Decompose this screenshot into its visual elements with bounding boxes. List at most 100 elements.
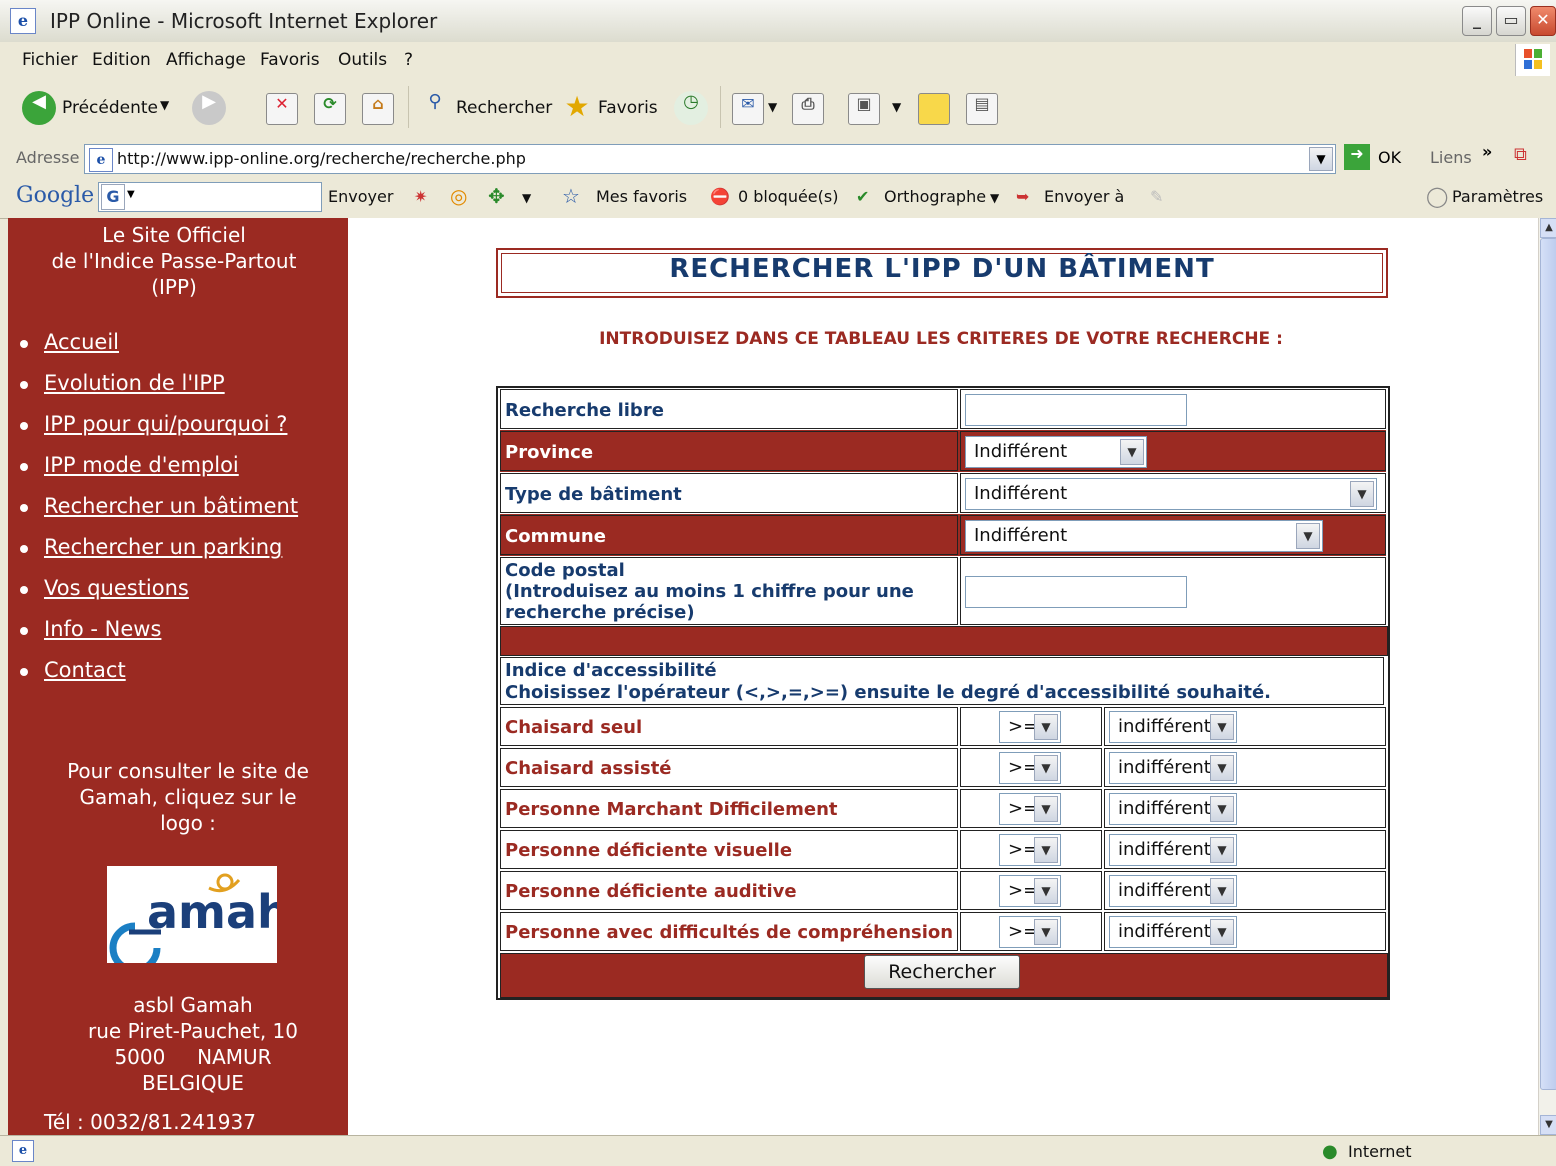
nav-link-evolution[interactable]: Evolution de l'IPP: [44, 371, 225, 395]
google-g-dropdown-icon[interactable]: ▼: [127, 189, 135, 200]
refresh-icon[interactable]: ⟳: [314, 93, 346, 125]
back-dropdown-icon[interactable]: ▼: [160, 98, 169, 112]
nav-link-accueil[interactable]: Accueil: [44, 330, 119, 354]
chevron-down-icon[interactable]: ▼: [1210, 878, 1234, 904]
star-icon[interactable]: ☆: [562, 184, 580, 208]
operator-select[interactable]: >= ▼: [999, 875, 1061, 907]
back-label[interactable]: Précédente: [62, 98, 158, 118]
maximize-button[interactable]: ▭: [1496, 6, 1526, 36]
google-more-dropdown-icon[interactable]: ▼: [522, 191, 531, 205]
menu-help[interactable]: ?: [404, 50, 413, 70]
blocked-count[interactable]: 0 bloquée(s): [738, 187, 838, 206]
discuss-icon[interactable]: [918, 93, 950, 125]
nav-link-contact[interactable]: Contact: [44, 658, 126, 682]
free-search-input[interactable]: [965, 394, 1187, 426]
print-icon[interactable]: ⎙: [792, 93, 824, 125]
scroll-up-icon[interactable]: ▲: [1540, 218, 1556, 238]
chevron-down-icon[interactable]: ▼: [1034, 878, 1058, 904]
menu-edition[interactable]: Edition: [92, 50, 151, 70]
chevron-down-icon[interactable]: ▼: [1210, 837, 1234, 863]
level-select[interactable]: indifférent ▼: [1109, 711, 1237, 743]
edit-dropdown-icon[interactable]: ▼: [892, 100, 901, 114]
nav-link-questions[interactable]: Vos questions: [44, 576, 189, 600]
highlighter-icon[interactable]: ✎: [1150, 187, 1163, 206]
back-arrow-icon[interactable]: ◀: [22, 91, 56, 125]
links-label[interactable]: Liens: [1430, 148, 1472, 167]
chevron-down-icon[interactable]: ▼: [1350, 481, 1374, 507]
menu-favoris[interactable]: Favoris: [260, 50, 320, 70]
chevron-down-icon[interactable]: ▼: [1120, 439, 1144, 465]
go-arrow-icon[interactable]: ➜: [1344, 144, 1370, 170]
mail-icon[interactable]: ✉: [732, 93, 764, 125]
spelling-button[interactable]: Orthographe: [884, 187, 986, 206]
favorites-star-icon[interactable]: ★: [560, 90, 594, 124]
chevron-down-icon[interactable]: ▼: [1296, 523, 1320, 549]
spelling-dropdown-icon[interactable]: ▼: [990, 191, 999, 205]
scroll-thumb[interactable]: [1540, 238, 1556, 1090]
mail-dropdown-icon[interactable]: ▼: [768, 100, 777, 114]
postal-code-input[interactable]: [965, 576, 1187, 608]
google-news-icon[interactable]: ✷: [414, 187, 427, 206]
menu-fichier[interactable]: Fichier: [22, 50, 78, 70]
nav-link-batiment[interactable]: Rechercher un bâtiment: [44, 494, 298, 518]
translate-icon[interactable]: ⧉: [1514, 144, 1538, 168]
links-chevron-icon[interactable]: »: [1482, 142, 1492, 161]
google-search-input[interactable]: G ▼: [98, 182, 322, 212]
chevron-down-icon[interactable]: ▼: [1210, 755, 1234, 781]
chevron-down-icon[interactable]: ▼: [1034, 837, 1058, 863]
address-dropdown-icon[interactable]: ▼: [1309, 147, 1333, 171]
stop-icon[interactable]: ✕: [266, 93, 298, 125]
settings-icon[interactable]: ◯: [1426, 184, 1448, 208]
province-select[interactable]: Indifférent ▼: [965, 436, 1147, 468]
forward-arrow-icon[interactable]: ▶: [192, 91, 226, 125]
commune-select[interactable]: Indifférent ▼: [965, 520, 1323, 552]
operator-select[interactable]: >= ▼: [999, 834, 1061, 866]
favorites-label[interactable]: Favoris: [598, 98, 658, 118]
vertical-scrollbar[interactable]: ▲ ▼: [1538, 218, 1556, 1135]
close-button[interactable]: ✕: [1530, 6, 1556, 36]
chevron-down-icon[interactable]: ▼: [1210, 714, 1234, 740]
chevron-down-icon[interactable]: ▼: [1210, 919, 1234, 945]
level-select[interactable]: indifférent ▼: [1109, 834, 1237, 866]
chevron-down-icon[interactable]: ▼: [1034, 714, 1058, 740]
send-to-button[interactable]: Envoyer à: [1044, 187, 1124, 206]
menu-outils[interactable]: Outils: [338, 50, 387, 70]
my-favorites-button[interactable]: Mes favoris: [596, 187, 687, 206]
level-select[interactable]: indifférent ▼: [1109, 752, 1237, 784]
nav-link-mode-emploi[interactable]: IPP mode d'emploi: [44, 453, 239, 477]
google-pagerank-icon[interactable]: ◎: [450, 184, 467, 208]
operator-select[interactable]: >= ▼: [999, 752, 1061, 784]
nav-link-news[interactable]: Info - News: [44, 617, 161, 641]
chevron-down-icon[interactable]: ▼: [1034, 919, 1058, 945]
chevron-down-icon[interactable]: ▼: [1034, 796, 1058, 822]
scroll-down-icon[interactable]: ▼: [1540, 1115, 1556, 1135]
spellcheck-icon[interactable]: ✔: [856, 187, 869, 206]
go-button[interactable]: OK: [1378, 148, 1401, 167]
edit-icon[interactable]: ▣: [848, 93, 880, 125]
send-to-icon[interactable]: ➥: [1016, 187, 1029, 206]
level-select[interactable]: indifférent ▼: [1109, 793, 1237, 825]
menu-affichage[interactable]: Affichage: [166, 50, 246, 70]
google-popup-icon[interactable]: ✥: [488, 184, 505, 208]
operator-select[interactable]: >= ▼: [999, 916, 1061, 948]
building-type-select[interactable]: Indifférent ▼: [965, 478, 1377, 510]
gamah-logo[interactable]: amah: [107, 866, 290, 974]
history-icon[interactable]: ◷: [674, 91, 708, 125]
search-label[interactable]: Rechercher: [456, 98, 552, 118]
nav-link-parking[interactable]: Rechercher un parking: [44, 535, 282, 559]
research-icon[interactable]: ▤: [966, 93, 998, 125]
google-g-icon[interactable]: G: [101, 184, 125, 210]
level-select[interactable]: indifférent ▼: [1109, 875, 1237, 907]
google-send-button[interactable]: Envoyer: [328, 187, 393, 206]
settings-button[interactable]: Paramètres: [1452, 187, 1543, 206]
search-button[interactable]: Rechercher: [864, 955, 1020, 989]
chevron-down-icon[interactable]: ▼: [1210, 796, 1234, 822]
minimize-button[interactable]: _: [1462, 6, 1492, 36]
home-icon[interactable]: ⌂: [362, 93, 394, 125]
nav-link-pour-qui[interactable]: IPP pour qui/pourquoi ?: [44, 412, 287, 436]
popup-blocker-icon[interactable]: ⛔: [710, 187, 730, 206]
address-input[interactable]: e http://www.ipp-online.org/recherche/re…: [84, 144, 1336, 174]
chevron-down-icon[interactable]: ▼: [1034, 755, 1058, 781]
search-icon[interactable]: ⚲: [418, 91, 452, 125]
operator-select[interactable]: >= ▼: [999, 711, 1061, 743]
